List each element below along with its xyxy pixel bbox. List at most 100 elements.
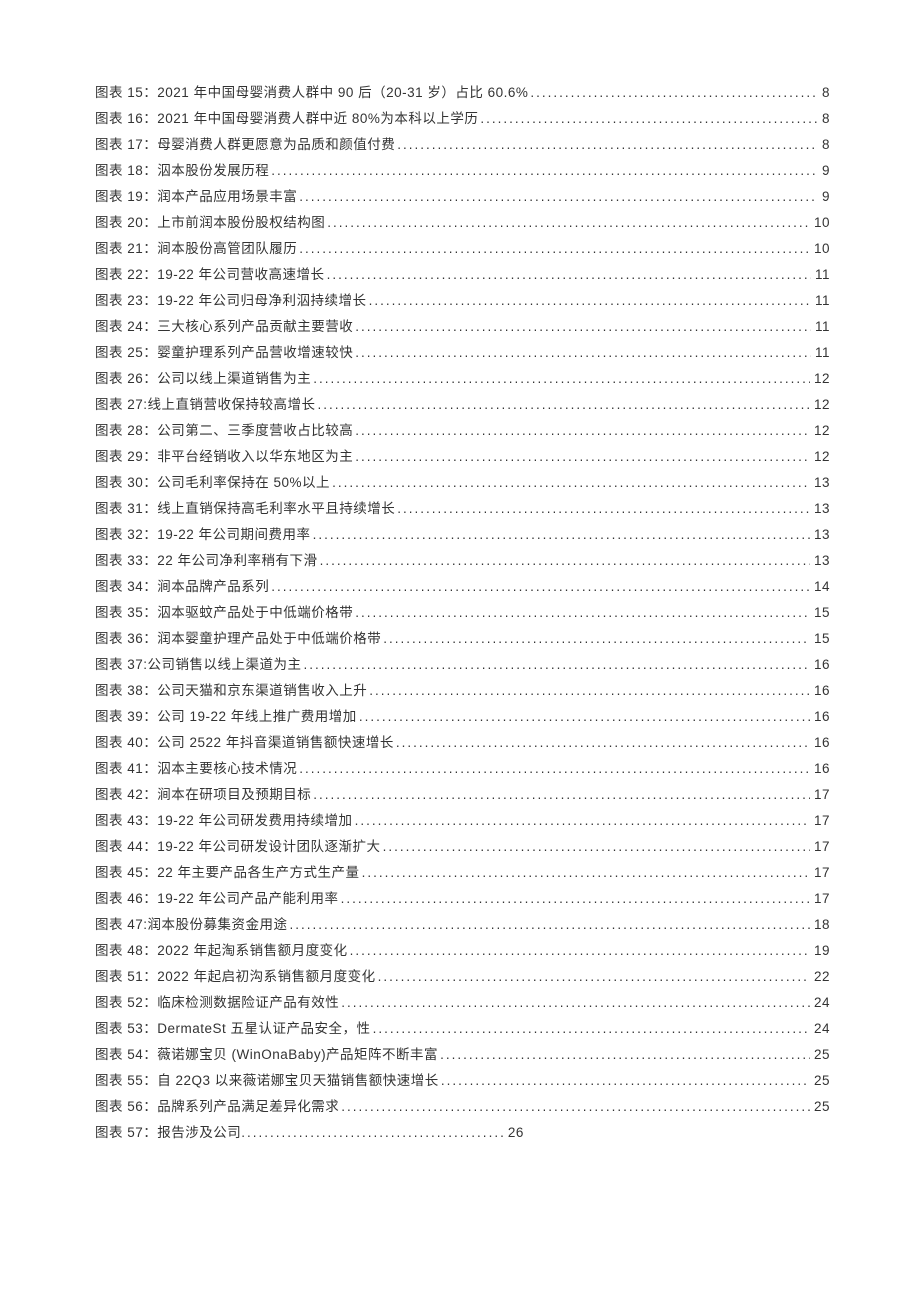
toc-entry: 图表 55：自 22Q3 以来薇诺娜宝贝天猫销售额快速增长 25 — [95, 1068, 830, 1094]
toc-entry: 图表 16：2021 年中国母婴消费人群中近 80%为本科以上学历8 — [95, 106, 830, 132]
toc-title: 上市前润本股份股权结构图 — [157, 210, 325, 236]
toc-leader-dots — [297, 184, 818, 210]
toc-title: 临床检测数据险证产品有效性 — [157, 990, 339, 1016]
toc-page-number: 18 — [810, 912, 830, 938]
toc-leader-dots — [353, 418, 810, 444]
toc-prefix: 图表 21： — [95, 236, 157, 262]
toc-prefix: 图表 52： — [95, 990, 157, 1016]
toc-title: 19-22 年公司研发设计团队逐渐扩大 — [157, 834, 380, 860]
toc-title: 2021 年中国母婴消费人群中近 80%为本科以上学历 — [157, 106, 478, 132]
toc-leader-dots — [311, 522, 810, 548]
toc-prefix: 图表 46： — [95, 886, 157, 912]
toc-prefix: 图表 22： — [95, 262, 157, 288]
toc-page-number: 11 — [811, 288, 830, 314]
toc-entry: 图表 25：婴童护理系列产品营收增速较快11 — [95, 340, 830, 366]
toc-title: 19-22 年公司期间费用率 — [157, 522, 310, 548]
toc-title: 公司天猫和京东渠道销售收入上升 — [157, 678, 367, 704]
toc-page-number: 12 — [810, 444, 830, 470]
toc-page-number: 8 — [818, 80, 830, 106]
toc-title: 19-22 年公司营收高速增长 — [157, 262, 324, 288]
toc-title: 线上直销营收保持较高增长 — [148, 392, 316, 418]
toc-leader-dots — [353, 340, 811, 366]
toc-page-number: 15 — [810, 600, 830, 626]
toc-entry: 图表 41：泅本主要核心技术情况16 — [95, 756, 830, 782]
toc-leader-dots — [318, 548, 810, 574]
toc-page-number: 25 — [810, 1042, 830, 1068]
toc-title: 公司销售以线上渠道为主 — [148, 652, 302, 678]
toc-leader-dots — [395, 496, 810, 522]
toc-page-number: 8 — [818, 132, 830, 158]
toc-prefix: 图表 33： — [95, 548, 157, 574]
toc-leader-dots — [394, 730, 810, 756]
toc-title: 2021 年中国母婴消费人群中 90 后（20-31 岁）占比 60.6% — [157, 80, 528, 106]
toc-page-number: 8 — [818, 106, 830, 132]
toc-page-number: 11 — [811, 314, 830, 340]
toc-leader-dots — [381, 834, 810, 860]
toc-entry: 图表 28：公司第二、三季度营收占比较高12 — [95, 418, 830, 444]
toc-prefix: 图表 48： — [95, 938, 157, 964]
toc-leader-dots — [316, 392, 810, 418]
toc-prefix: 图表 56： — [95, 1094, 157, 1120]
toc-page-number: 12 — [810, 418, 830, 444]
toc-title: 三大核心系列产品贡献主要营收 — [157, 314, 353, 340]
toc-prefix: 图表 36： — [95, 626, 157, 652]
toc-prefix: 图表 25： — [95, 340, 157, 366]
toc-entry: 图表 24：三大核心系列产品贡献主要营收 11 — [95, 314, 830, 340]
toc-leader-dots — [325, 262, 811, 288]
toc-title: 母婴消费人群更愿意为品质和颜值付费 — [157, 132, 395, 158]
toc-page-number: 25 — [810, 1068, 830, 1094]
toc-prefix: 图表 43： — [95, 808, 157, 834]
toc-page-number: 13 — [810, 470, 830, 496]
toc-leader-dots — [348, 938, 810, 964]
toc-entry: 图表 46： 19-22 年公司产品产能利用率 17 — [95, 886, 830, 912]
toc-entry: 图表 34：涧本品牌产品系列14 — [95, 574, 830, 600]
toc-leader-dots — [288, 912, 810, 938]
toc-prefix: 图表 35： — [95, 600, 157, 626]
toc-leader-dots — [353, 314, 811, 340]
toc-page-number: 16 — [810, 652, 830, 678]
toc-leader-dots — [371, 1016, 810, 1042]
toc-prefix: 图表 57： — [95, 1120, 157, 1146]
toc-page-number: 13 — [810, 548, 830, 574]
toc-title: 泅本驱蚊产品处于中低端价格带 — [157, 600, 353, 626]
toc-page-number: 13 — [810, 522, 830, 548]
toc-leader-dots: ........................................… — [241, 1120, 506, 1146]
toc-title: 公司毛利率保持在 50%以上 — [157, 470, 330, 496]
toc-entry: 图表 51： 2022 年起启初沟系销售额月度变化 22 — [95, 964, 830, 990]
toc-prefix: 图表 17： — [95, 132, 157, 158]
toc-prefix: 图表 47: — [95, 912, 148, 938]
toc-title: 19-22 年公司研发费用持续增加 — [157, 808, 352, 834]
toc-prefix: 图表 44： — [95, 834, 157, 860]
toc-title: 报告涉及公司 — [157, 1120, 241, 1146]
toc-entry: 图表 27:线上直销营收保持较高增长12 — [95, 392, 830, 418]
toc-page-number: 10 — [810, 210, 830, 236]
toc-page-number: 17 — [810, 782, 830, 808]
toc-entry: 图表 36：润本婴童护理产品处于中低端价格带15 — [95, 626, 830, 652]
toc-entry: 图表 18：泅本股份发展历程 9 — [95, 158, 830, 184]
toc-title: 19-22 年公司归母净利泅持续增长 — [157, 288, 366, 314]
toc-leader-dots — [302, 652, 810, 678]
toc-leader-dots — [438, 1042, 810, 1068]
toc-entry: 图表 38：公司天猫和京东渠道销售收入上升 16 — [95, 678, 830, 704]
toc-prefix: 图表 42： — [95, 782, 157, 808]
toc-entry: 图表 57： 报告涉及公司 ..........................… — [95, 1120, 830, 1146]
toc-entry: 图表 45： 22 年主要产品各生产方式生产量 17 — [95, 860, 830, 886]
toc-prefix: 图表 29： — [95, 444, 157, 470]
toc-entry: 图表 26：公司以线上渠道销售为主12 — [95, 366, 830, 392]
toc-prefix: 图表 24： — [95, 314, 157, 340]
toc-page-number: 13 — [810, 496, 830, 522]
toc-entry: 图表 22： 19-22 年公司营收高速增长 11 — [95, 262, 830, 288]
toc-entry: 图表 52：临床检测数据险证产品有效性 24 — [95, 990, 830, 1016]
toc-title: 线上直销保持高毛利率水平且持续增长 — [157, 496, 395, 522]
toc-prefix: 图表 19： — [95, 184, 157, 210]
toc-title: 品牌系列产品满足差异化需求 — [157, 1094, 339, 1120]
toc-page-number: 22 — [810, 964, 830, 990]
toc-prefix: 图表 26： — [95, 366, 157, 392]
toc-title: 22 年主要产品各生产方式生产量 — [157, 860, 359, 886]
toc-page-number: 15 — [810, 626, 830, 652]
toc-prefix: 图表 45： — [95, 860, 157, 886]
toc-page-number: 24 — [810, 990, 830, 1016]
toc-entry: 图表 43： 19-22 年公司研发费用持续增加 17 — [95, 808, 830, 834]
toc-page-number: 19 — [810, 938, 830, 964]
toc-page-number: 16 — [810, 756, 830, 782]
